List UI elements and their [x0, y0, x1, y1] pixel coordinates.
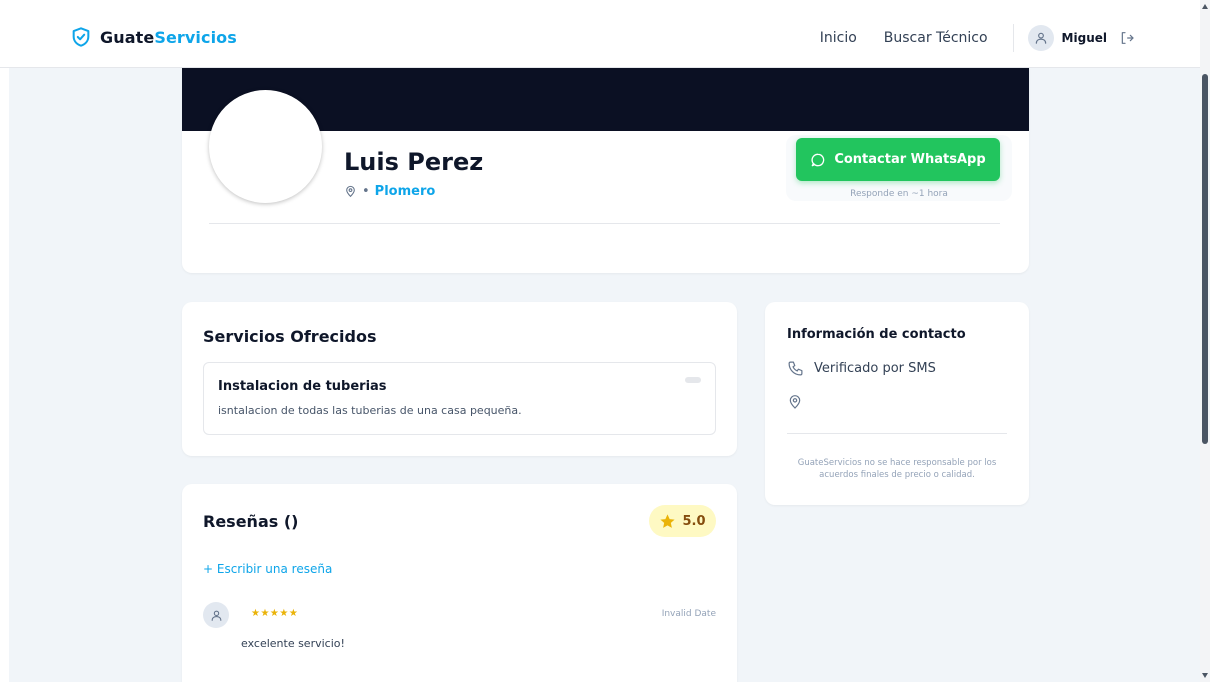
contact-title: Información de contacto: [787, 327, 966, 342]
page-left-edge: [0, 68, 9, 682]
review-item: ★★★★★ Invalid Date excelente servicio!: [203, 600, 716, 660]
brand-logo-link[interactable]: GuateServicios: [70, 26, 237, 48]
contact-location-row: [787, 394, 803, 414]
contact-verified-text: Verificado por SMS: [814, 361, 936, 376]
nav-home-link[interactable]: Inicio: [820, 30, 857, 46]
service-title: Instalacion de tuberias: [218, 379, 387, 394]
rating-badge: 5.0: [649, 505, 716, 537]
reviews-title: Reseñas (): [203, 512, 299, 531]
contact-phone-row: Verificado por SMS: [787, 360, 936, 377]
logout-icon[interactable]: [1119, 30, 1135, 46]
profile-profession: Plomero: [374, 184, 436, 199]
review-text: excelente servicio!: [241, 637, 345, 650]
reviews-card: Reseñas () 5.0 + Escribir una reseña ★★★…: [182, 484, 737, 682]
shield-check-icon: [72, 27, 90, 47]
review-date: Invalid Date: [661, 609, 716, 619]
star-icon: [660, 513, 676, 528]
contact-disclaimer: GuateServicios no se hace responsable po…: [797, 458, 997, 480]
contact-info-card: Información de contacto Verificado por S…: [765, 302, 1029, 505]
services-title: Servicios Ofrecidos: [203, 327, 377, 346]
contact-whatsapp-button[interactable]: Contactar WhatsApp: [796, 138, 1000, 181]
reviewer-avatar: [203, 602, 229, 628]
response-time-note: Responde en ~1 hora: [850, 189, 948, 199]
nav-search-technician-link[interactable]: Buscar Técnico: [884, 30, 988, 46]
profile-meta: • Plomero: [344, 184, 435, 199]
user-avatar: [1027, 25, 1054, 51]
user-name: Miguel: [1061, 31, 1107, 45]
scrollbar-thumb[interactable]: [1202, 74, 1208, 444]
scroll-down-arrow-icon[interactable]: [1202, 673, 1208, 678]
user-icon: [211, 610, 221, 621]
profile-card: Luis Perez • Plomero Contactar WhatsApp …: [182, 68, 1029, 273]
meta-separator: •: [362, 184, 370, 199]
phone-icon: [788, 361, 803, 376]
whatsapp-button-label: Contactar WhatsApp: [834, 152, 986, 167]
profile-divider: [209, 223, 1000, 224]
nav-divider: [1012, 24, 1014, 52]
service-description: isntalacion de todas las tuberias de una…: [218, 404, 522, 417]
service-price-placeholder: [685, 377, 701, 383]
rating-value: 5.0: [682, 513, 706, 529]
user-icon: [1035, 32, 1046, 44]
services-card: Servicios Ofrecidos Instalacion de tuber…: [182, 302, 737, 456]
scroll-up-arrow-icon[interactable]: [1202, 4, 1208, 9]
write-review-link[interactable]: + Escribir una reseña: [203, 562, 332, 576]
review-stars: ★★★★★: [251, 608, 299, 619]
chat-bubble-icon: [811, 153, 825, 166]
profile-avatar: [209, 90, 322, 203]
contact-divider: [787, 433, 1007, 434]
service-item: Instalacion de tuberias isntalacion de t…: [203, 362, 716, 435]
location-pin-icon: [346, 185, 355, 198]
location-pin-icon: [789, 395, 801, 409]
user-menu[interactable]: Miguel: [1027, 25, 1135, 51]
brand-name: GuateServicios: [100, 27, 237, 47]
top-navbar: GuateServicios Inicio Buscar Técnico Mig…: [0, 0, 1200, 68]
profile-name: Luis Perez: [344, 148, 484, 176]
main-nav: Inicio Buscar Técnico Miguel: [820, 24, 1135, 52]
page-scrollbar[interactable]: [1200, 0, 1210, 682]
